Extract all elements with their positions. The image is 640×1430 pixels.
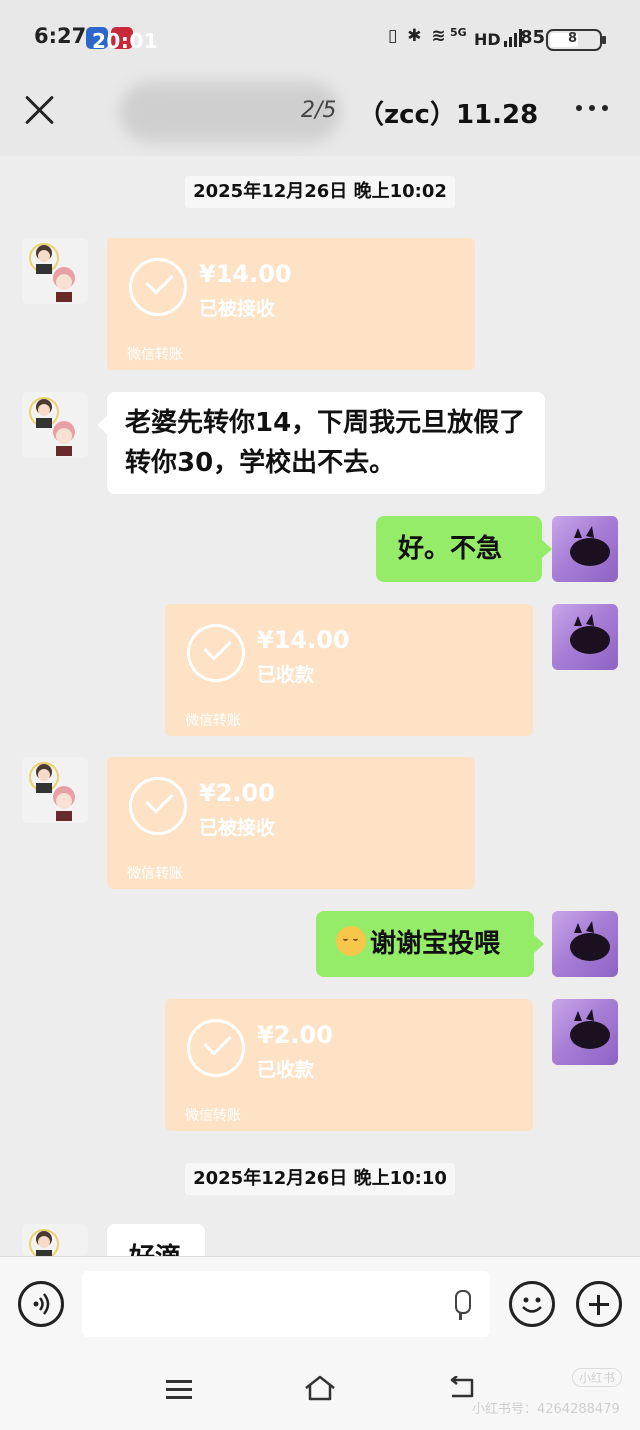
transfer-card[interactable]: ¥2.00 已被接收 微信转账 xyxy=(107,757,475,889)
transfer-amount: ¥14.00 xyxy=(199,260,292,288)
status-time: 6:27 xyxy=(34,24,87,48)
overlay-time: 20:01 xyxy=(92,29,159,53)
voice-icon[interactable] xyxy=(18,1281,64,1327)
battery-percent: 85 xyxy=(520,27,546,48)
battery-small-label: 8 xyxy=(568,31,578,46)
timestamp: 2025年12月26日 晚上10:02 xyxy=(185,176,455,208)
message-text: 谢谢宝投喂 xyxy=(370,929,501,959)
watermark-badge: 小红书 xyxy=(572,1368,623,1387)
transfer-brand: 微信转账 xyxy=(127,347,183,363)
transfer-amount: ¥14.00 xyxy=(257,626,350,654)
message-input[interactable] xyxy=(82,1271,490,1337)
avatar-contact[interactable] xyxy=(22,1224,88,1256)
avatar-contact[interactable] xyxy=(22,392,88,458)
emoji-icon[interactable] xyxy=(509,1281,555,1327)
avatar-contact[interactable] xyxy=(22,238,88,304)
more-icon[interactable] xyxy=(576,100,610,116)
check-circle-icon xyxy=(129,258,187,316)
page-indicator: 2/5 xyxy=(301,98,337,123)
check-circle-icon xyxy=(129,777,187,835)
message-bubble[interactable]: 老婆先转你14，下周我元旦放假了转你30，学校出不去。 xyxy=(107,392,545,494)
transfer-status: 已被接收 xyxy=(199,298,276,320)
transfer-card[interactable]: ¥14.00 已收款 微信转账 xyxy=(165,604,533,736)
mic-icon[interactable] xyxy=(450,1290,472,1320)
hd-label: HD xyxy=(474,30,501,49)
transfer-card[interactable]: ¥14.00 已被接收 微信转账 xyxy=(107,238,475,370)
menu-icon[interactable] xyxy=(166,1380,192,1400)
transfer-brand: 微信转账 xyxy=(127,866,183,882)
transfer-amount: ¥2.00 xyxy=(199,779,275,807)
message-bubble[interactable]: 谢谢宝投喂 xyxy=(316,911,534,977)
plus-icon[interactable] xyxy=(576,1281,622,1327)
transfer-brand: 微信转账 xyxy=(185,1108,241,1124)
avatar-self[interactable] xyxy=(552,911,618,977)
timestamp: 2025年12月26日 晚上10:10 xyxy=(185,1163,455,1195)
message-text: 好滴 xyxy=(129,1238,181,1256)
avatar-contact[interactable] xyxy=(22,757,88,823)
check-circle-icon xyxy=(187,624,245,682)
watermark: 小红书号：4264288479 xyxy=(472,1402,620,1417)
message-bubble[interactable]: 好滴 xyxy=(107,1224,205,1256)
kissing-face-icon xyxy=(336,926,366,956)
transfer-status: 已被接收 xyxy=(199,817,276,839)
avatar-self[interactable] xyxy=(552,604,618,670)
avatar-self[interactable] xyxy=(552,516,618,582)
message-bubble[interactable]: 好。不急 xyxy=(376,516,542,582)
transfer-amount: ¥2.00 xyxy=(257,1021,333,1049)
transfer-status: 已收款 xyxy=(257,664,315,686)
back-icon[interactable] xyxy=(448,1375,478,1400)
avatar-self[interactable] xyxy=(552,999,618,1065)
transfer-brand: 微信转账 xyxy=(185,713,241,729)
signal-icons: ▯ ✱ ≋ xyxy=(388,26,448,46)
transfer-status: 已收款 xyxy=(257,1059,315,1081)
signal-5g-label: 5G xyxy=(450,26,467,39)
transfer-card[interactable]: ¥2.00 已收款 微信转账 xyxy=(165,999,533,1131)
battery-icon: 8 xyxy=(546,29,606,51)
close-icon[interactable] xyxy=(24,93,56,125)
check-circle-icon xyxy=(187,1019,245,1077)
home-icon[interactable] xyxy=(303,1374,337,1402)
chat-title: （zcc）11.28 xyxy=(358,100,539,130)
